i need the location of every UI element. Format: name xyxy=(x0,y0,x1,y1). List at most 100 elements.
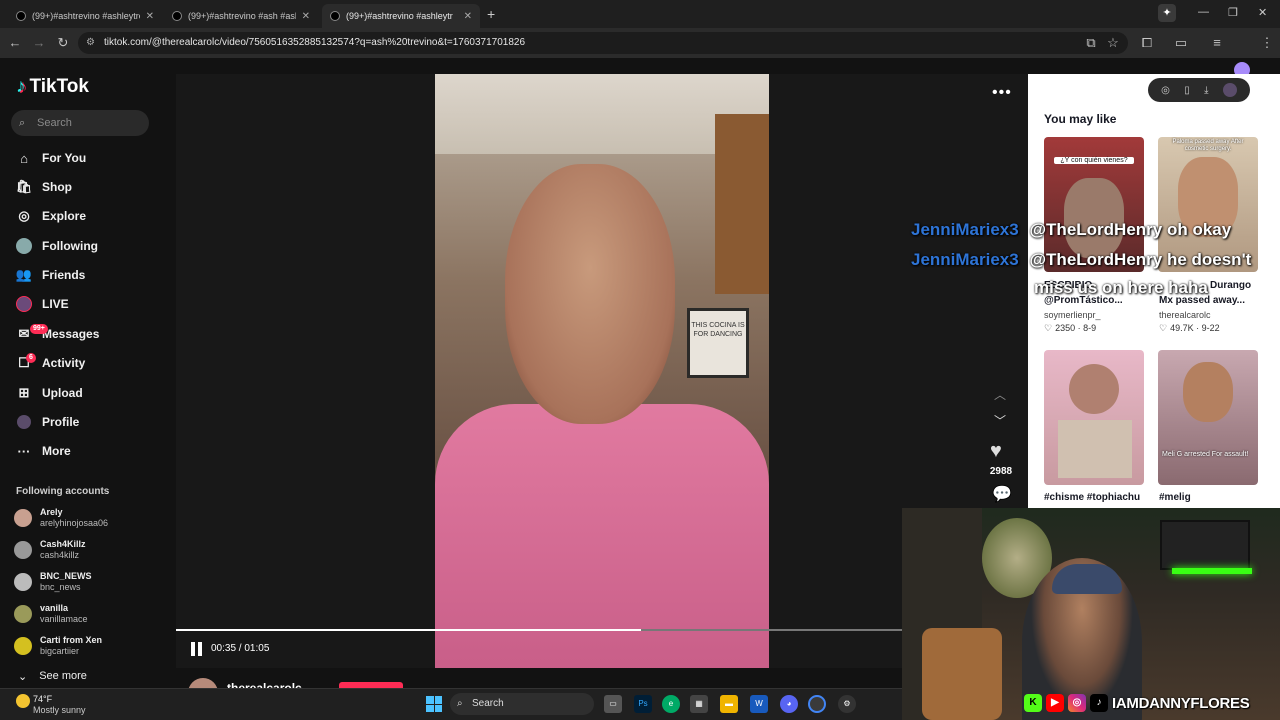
browser-tab-bar: (99+)#ashtrevino #ashleytrevino ✕ (99+)#… xyxy=(0,0,1280,28)
tab-close-icon[interactable]: ✕ xyxy=(302,11,310,22)
thumbnail-caption[interactable]: #chisme #tophiachu xyxy=(1044,491,1148,504)
download-icon[interactable]: ⤓ xyxy=(1204,85,1208,96)
nav-explore[interactable]: ◎ Explore xyxy=(16,204,86,228)
tab-close-icon[interactable]: ✕ xyxy=(464,11,472,22)
thumbnail-stats: ♡ 49.7K · 9-22 xyxy=(1159,323,1220,334)
sidepanel-icon[interactable]: ▭ xyxy=(1172,34,1190,52)
nav-messages[interactable]: ✉ 99+ Messages xyxy=(16,322,99,346)
more-options-icon[interactable]: ••• xyxy=(992,84,1012,102)
heart-icon[interactable]: ♥ xyxy=(990,440,1002,463)
forward-arrow-icon[interactable]: → xyxy=(30,34,48,52)
nav-following[interactable]: Following xyxy=(16,234,98,258)
following-account[interactable]: Carti from Xen bigcartiier xyxy=(14,632,102,660)
nav-label: Following xyxy=(42,239,98,253)
photoshop-icon[interactable]: Ps xyxy=(634,695,652,713)
nav-for-you[interactable]: ⌂ For You xyxy=(16,146,86,170)
word-icon[interactable]: W xyxy=(750,695,768,713)
video-thumbnail[interactable] xyxy=(1044,350,1144,485)
nav-live[interactable]: LIVE xyxy=(16,292,69,316)
tab-close-icon[interactable]: ✕ xyxy=(146,11,154,22)
friends-icon: 👥 xyxy=(15,267,33,282)
video-thumbnail[interactable]: Meli G arrested For assault! xyxy=(1158,350,1258,485)
following-account[interactable]: BNC_NEWS bnc_news xyxy=(14,568,92,596)
phone-icon[interactable]: ▯ xyxy=(1184,85,1190,96)
nav-upload[interactable]: ⊞ Upload xyxy=(16,381,83,405)
messages-icon: ✉ 99+ xyxy=(16,324,48,342)
thumbnail-stats: ♡ 2350 · 8-9 xyxy=(1044,323,1096,334)
webcam-hat xyxy=(1052,564,1122,594)
chrome-icon[interactable] xyxy=(808,695,826,713)
reload-icon[interactable]: ↻ xyxy=(54,34,72,52)
pause-icon[interactable] xyxy=(190,642,204,656)
streamer-handle: IAMDANNYFLORES xyxy=(1112,694,1250,712)
site-info-icon[interactable]: ⚙ xyxy=(86,32,95,54)
new-tab-button[interactable]: + xyxy=(487,6,495,22)
tab-title: (99+)#ashtrevino #ashleytrevino xyxy=(32,11,140,21)
search-icon: ⌕ xyxy=(457,698,463,709)
reading-list-icon[interactable]: ≡ xyxy=(1208,34,1226,52)
close-window-button[interactable]: ✕ xyxy=(1258,6,1267,19)
chevron-down-icon[interactable]: ﹀ xyxy=(994,412,1006,429)
weather-temp[interactable]: 74°F xyxy=(33,694,52,704)
browser-tab[interactable]: (99+)#ashtrevino #ashleytrevino ✕ xyxy=(8,4,162,28)
address-bar[interactable]: ⚙ tiktok.com/@therealcarolc/video/756051… xyxy=(78,32,1128,54)
nav-activity[interactable]: ☐ 6 Activity xyxy=(16,351,85,375)
see-more-button[interactable]: ⌄ See more xyxy=(18,670,87,683)
comment-icon[interactable]: 💬 xyxy=(992,484,1012,504)
nav-profile[interactable]: Profile xyxy=(16,410,79,434)
weather-condition[interactable]: Mostly sunny xyxy=(33,705,86,715)
menu-kebab-icon[interactable]: ⋮ xyxy=(1258,34,1276,52)
chevron-up-icon[interactable]: ︿ xyxy=(994,386,1006,403)
tab-title: (99+)#ashtrevino #ashleytr xyxy=(346,11,453,21)
avatar xyxy=(14,541,32,559)
logo-text: TikTok xyxy=(29,76,89,97)
avatar xyxy=(14,509,32,527)
back-arrow-icon[interactable]: ← xyxy=(6,34,24,52)
heart-outline-icon: ♡ xyxy=(1044,323,1053,333)
browser-tab[interactable]: (99+)#ashtrevino #ash #ashleytr ✕ xyxy=(164,4,318,28)
tiktok-logo[interactable]: ♪ TikTok xyxy=(16,76,89,98)
webcam-monitor xyxy=(1160,520,1250,570)
user-avatar[interactable] xyxy=(1222,83,1237,97)
video-wall-sign: THIS COCINA IS FOR DANCING xyxy=(687,308,749,378)
chat-username: JenniMariex3 xyxy=(911,250,1019,269)
thumbnail-user[interactable]: therealcarolc xyxy=(1159,310,1211,320)
taskbar-search[interactable]: ⌕ Search xyxy=(450,693,594,715)
task-view-icon[interactable]: ▭ xyxy=(604,695,622,713)
weather-sun-icon[interactable] xyxy=(16,694,30,708)
upload-icon: ⊞ xyxy=(18,385,30,400)
windows-start-icon[interactable] xyxy=(426,696,442,712)
install-app-icon[interactable]: ⧉ xyxy=(1082,34,1100,52)
restore-button[interactable]: ❐ xyxy=(1228,6,1238,19)
steam-icon[interactable]: ⚙ xyxy=(838,695,856,713)
search-input[interactable]: ⌕ Search xyxy=(11,110,149,136)
discord-icon[interactable]: ◕ xyxy=(780,695,798,713)
chat-message: JenniMariex3 @TheLordHenry he doesn't xyxy=(911,250,1251,270)
bookmark-star-icon[interactable]: ☆ xyxy=(1104,34,1122,52)
nav-more[interactable]: ··· More xyxy=(16,439,71,463)
account-handle: bigcartiier xyxy=(40,646,80,656)
compass-icon[interactable]: ◎ xyxy=(1161,85,1170,96)
following-account[interactable]: Cash4Killz cash4killz xyxy=(14,536,86,564)
minimize-button[interactable]: — xyxy=(1198,6,1209,18)
nav-shop[interactable]: 🛍 Shop xyxy=(16,175,72,199)
browser-tab-active[interactable]: (99+)#ashtrevino #ashleytr ✕ xyxy=(322,4,480,28)
webcam-chair xyxy=(922,628,1002,720)
account-handle: arelyhinojosaa06 xyxy=(40,518,109,528)
extensions-icon[interactable]: ⧠ xyxy=(1138,34,1156,52)
following-account[interactable]: vanilla vanillamace xyxy=(14,600,88,628)
sparkle-icon[interactable]: ✦ xyxy=(1158,4,1176,22)
you-may-like-title: You may like xyxy=(1044,112,1117,126)
tiktok-favicon-icon xyxy=(172,11,182,21)
nav-friends[interactable]: 👥 Friends xyxy=(16,263,85,287)
thumbnail-user[interactable]: soymerlienpr_ xyxy=(1044,310,1101,320)
following-accounts-title: Following accounts xyxy=(16,486,110,497)
store-icon[interactable]: ▦ xyxy=(690,695,708,713)
file-explorer-icon[interactable]: ▬ xyxy=(720,695,738,713)
video-player[interactable]: THIS COCINA IS FOR DANCING xyxy=(435,74,769,668)
video-cabinet xyxy=(715,114,769,294)
thumbnail-caption[interactable]: #melig xyxy=(1159,491,1263,504)
account-name: Arely xyxy=(40,507,63,517)
edge-icon[interactable]: e xyxy=(662,695,680,713)
following-account[interactable]: Arely arelyhinojosaa06 xyxy=(14,504,108,532)
